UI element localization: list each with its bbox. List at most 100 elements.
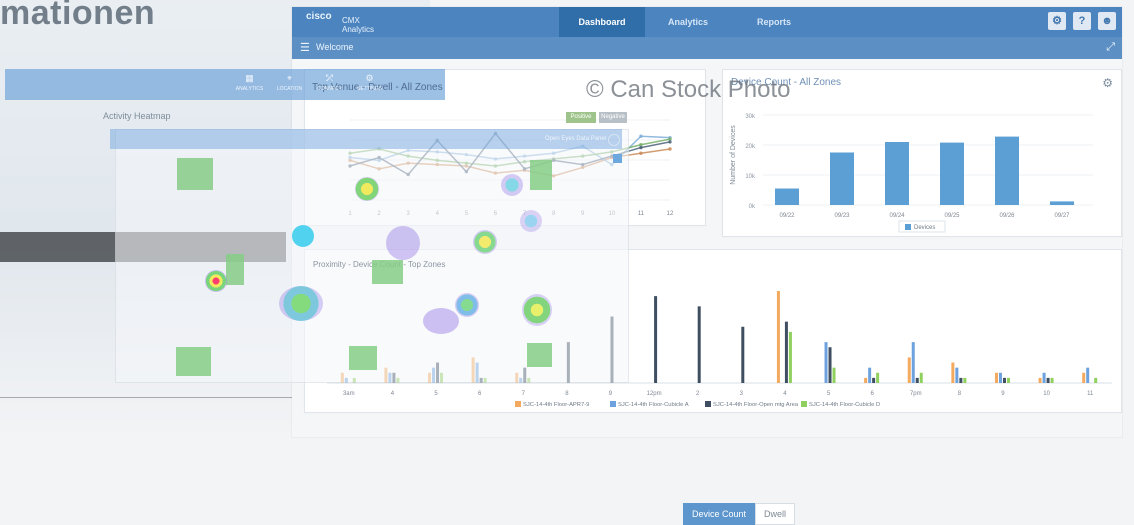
brand-subtitle: CMX Analytics — [342, 16, 374, 34]
heatmap-block — [530, 160, 552, 190]
x-tick-label: 4 — [783, 391, 787, 397]
x-tick-label: 10 — [1043, 391, 1050, 397]
x-tick-label: 8 — [958, 391, 962, 397]
connect-icon: ⤱ — [325, 73, 334, 83]
legend-label: Devices — [914, 225, 935, 231]
bar — [963, 377, 967, 383]
legend-label: SJC-14-4th Floor-Open mtg Area — [713, 402, 799, 408]
x-tick-label: 5 — [827, 391, 831, 397]
toolbar-circle-icon[interactable] — [608, 134, 620, 146]
bar — [1042, 372, 1046, 383]
x-tick-label: 7pm — [910, 391, 922, 397]
legend-label: SJC-14-4th Floor-Cubicle D — [809, 402, 880, 408]
settings-icon[interactable]: ⚙ — [1048, 12, 1066, 30]
x-tick-label: 09/23 — [834, 213, 850, 219]
heatmap-block — [176, 347, 211, 376]
overlay-nav-settings[interactable]: ⚙ SETTINGS — [352, 73, 387, 92]
top-navigation-bar: cisco CMX Analytics Dashboard Analytics … — [292, 7, 1122, 37]
bar — [955, 367, 959, 383]
x-tick-label: 09/24 — [889, 213, 905, 219]
x-tick-label: 09/27 — [1054, 213, 1070, 219]
bar — [828, 347, 832, 383]
legend-swatch — [801, 401, 807, 407]
heat-spot — [501, 174, 523, 196]
brand-product-line-1: CMX — [342, 16, 360, 25]
bar — [1094, 377, 1098, 383]
y-axis-label: Number of Devices — [730, 125, 737, 185]
x-tick-label: 9 — [609, 391, 613, 397]
bar — [741, 326, 745, 383]
line-point — [668, 147, 672, 151]
tab-dwell[interactable]: Dwell — [755, 503, 796, 525]
page-subbar: ☰ Welcome ⤢ — [292, 37, 1122, 59]
tab-device-count[interactable]: Device Count — [683, 503, 756, 525]
legend-swatch — [515, 401, 521, 407]
x-tick-label: 4 — [391, 391, 395, 397]
line-point — [639, 151, 643, 155]
legend-swatch — [610, 401, 616, 407]
heat-spot — [279, 286, 323, 321]
y-tick-label: 0k — [749, 204, 756, 210]
toolbar-square-button[interactable] — [613, 154, 622, 163]
x-tick-label: 9 — [1001, 391, 1005, 397]
bar — [776, 291, 780, 383]
x-tick-label: 2 — [696, 391, 700, 397]
overlay-nav-analytics[interactable]: ▦ ANALYTICS — [232, 73, 267, 92]
overlay-nav-connect[interactable]: ⤱ CONNECT — [312, 73, 347, 92]
heat-spot — [473, 230, 497, 254]
bar — [959, 377, 963, 383]
heat-spot — [455, 293, 479, 317]
x-tick-label: 3 — [740, 391, 744, 397]
y-tick-label: 30k — [745, 114, 756, 120]
x-tick-label: 7 — [522, 391, 526, 397]
menu-icon[interactable]: ☰ — [300, 41, 310, 54]
negative-button[interactable]: Negative — [599, 112, 627, 123]
bar — [995, 136, 1019, 205]
bar — [1006, 377, 1010, 383]
heat-spot — [355, 177, 379, 201]
user-icon[interactable]: ☻ — [1098, 12, 1116, 30]
x-tick-label: 09/26 — [999, 213, 1015, 219]
bar — [1082, 372, 1086, 383]
heat-spot — [522, 294, 552, 326]
bar — [830, 152, 854, 205]
heat-spot — [520, 210, 542, 232]
gear-icon[interactable]: ⚙ — [1102, 76, 1113, 90]
x-tick-label: 12 — [667, 211, 674, 217]
bar — [775, 188, 799, 205]
legend-swatch — [705, 401, 711, 407]
bar — [907, 357, 911, 383]
bar — [876, 372, 880, 383]
overlay-nav-location[interactable]: ⌖ LOCATION — [272, 73, 307, 92]
expand-icon[interactable]: ⤢ — [1106, 41, 1115, 54]
heat-spot — [292, 225, 314, 247]
tab-reports[interactable]: Reports — [731, 7, 817, 37]
welcome-title: Welcome — [316, 42, 354, 52]
bar — [654, 296, 658, 383]
x-tick-label: 12pm — [647, 391, 662, 397]
legend-swatch — [905, 224, 911, 230]
bar — [885, 142, 909, 205]
heatmap-block — [349, 346, 377, 370]
activity-heatmap-label: Activity Heatmap — [103, 111, 171, 121]
x-tick-label: 09/22 — [779, 213, 795, 219]
location-icon: ⌖ — [286, 73, 293, 83]
overlay-nav-location-label: LOCATION — [276, 86, 303, 92]
y-tick-label: 10k — [745, 174, 756, 180]
tab-dashboard[interactable]: Dashboard — [559, 7, 645, 37]
bar — [872, 377, 876, 383]
heat-spot — [423, 308, 459, 334]
legend-label: SJC-14-4th Floor-APR7-9 — [523, 402, 589, 408]
overlay-nav: ▦ ANALYTICS ⌖ LOCATION ⤱ CONNECT ⚙ SETTI… — [232, 69, 412, 100]
bar — [1038, 377, 1042, 383]
analytics-icon: ▦ — [245, 73, 254, 83]
heatmap-block — [372, 260, 403, 284]
bar — [1050, 377, 1054, 383]
brand-product-line-2: Analytics — [342, 25, 375, 34]
tab-analytics[interactable]: Analytics — [645, 7, 731, 37]
bar — [1002, 377, 1006, 383]
help-icon[interactable]: ? — [1073, 12, 1091, 30]
positive-button[interactable]: Positive — [566, 112, 596, 123]
x-tick-label: 5 — [434, 391, 438, 397]
heat-spot — [386, 226, 420, 260]
